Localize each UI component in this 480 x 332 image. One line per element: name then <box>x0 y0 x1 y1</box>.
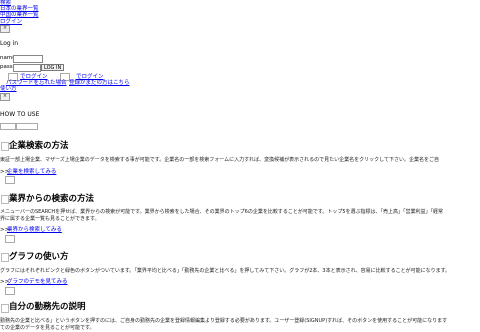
register-link[interactable]: 登録がまだの方はこちら <box>69 80 130 87</box>
section-workplace-icon <box>1 304 9 313</box>
section-company-search-image <box>5 176 15 184</box>
close-icon[interactable]: × <box>0 25 10 33</box>
tab-image-1 <box>0 123 16 130</box>
company-search-link[interactable]: 企業を検索してみる <box>7 169 56 176</box>
section-graph-usage-heading: グラフの使い方 <box>9 252 69 262</box>
section-graph-usage-desc: グラフにはそれぞれピンクと緑色のボタンがついています。「業界平均と比べる」「勤務… <box>0 268 451 274</box>
pass-label: pass <box>0 64 13 70</box>
login-title: Log in <box>0 40 19 47</box>
section-industry-search-desc-2: 界に属する企業一覧も見ることができます。 <box>0 216 100 222</box>
login-button[interactable]: LOG IN <box>41 64 65 71</box>
section-workplace-desc: 勤務先の企業と比べる」というボタンを押すのには、ご自身の勤務先の企業を登録情報編… <box>0 318 448 324</box>
section-industry-search-icon <box>1 195 9 204</box>
section-industry-search-heading: 業界からの検索の方法 <box>9 194 95 204</box>
graph-demo-link[interactable]: グラフのデモを見てみる <box>7 279 68 286</box>
close-icon[interactable]: × <box>0 93 10 101</box>
nav-login-link[interactable]: ログイン <box>0 19 60 25</box>
section-industry-search-image <box>5 235 15 243</box>
industry-search-link[interactable]: 業界から検索してみる <box>7 227 62 234</box>
password-field[interactable] <box>13 64 41 72</box>
howto-link[interactable]: 使い方 <box>0 86 17 93</box>
section-industry-search-desc: メニューバーのSEARCHを押せば、業界からの検索が可能です。業界から検索をした… <box>0 209 444 215</box>
section-workplace-heading: 自分の勤務先の説明 <box>9 302 86 312</box>
section-company-search-heading: 企業検索の方法 <box>9 141 69 151</box>
section-company-search-desc: 東証一部上場企業、マザーズ上場企業のデータを検索する事が可能です。企業名の一部を… <box>0 157 439 163</box>
section-workplace-desc-2: ての企業のデータを見ることが可能です。 <box>0 325 95 331</box>
howto-title: HOW TO USE <box>0 111 40 118</box>
tab-image-2 <box>16 123 38 130</box>
top-nav: 検索 日本の業界一覧 中国の業界一覧 ログイン <box>0 0 60 25</box>
section-graph-usage-image <box>5 287 15 295</box>
section-graph-usage-icon <box>1 253 9 262</box>
section-company-search-icon <box>1 142 9 151</box>
name-field[interactable] <box>13 55 43 63</box>
